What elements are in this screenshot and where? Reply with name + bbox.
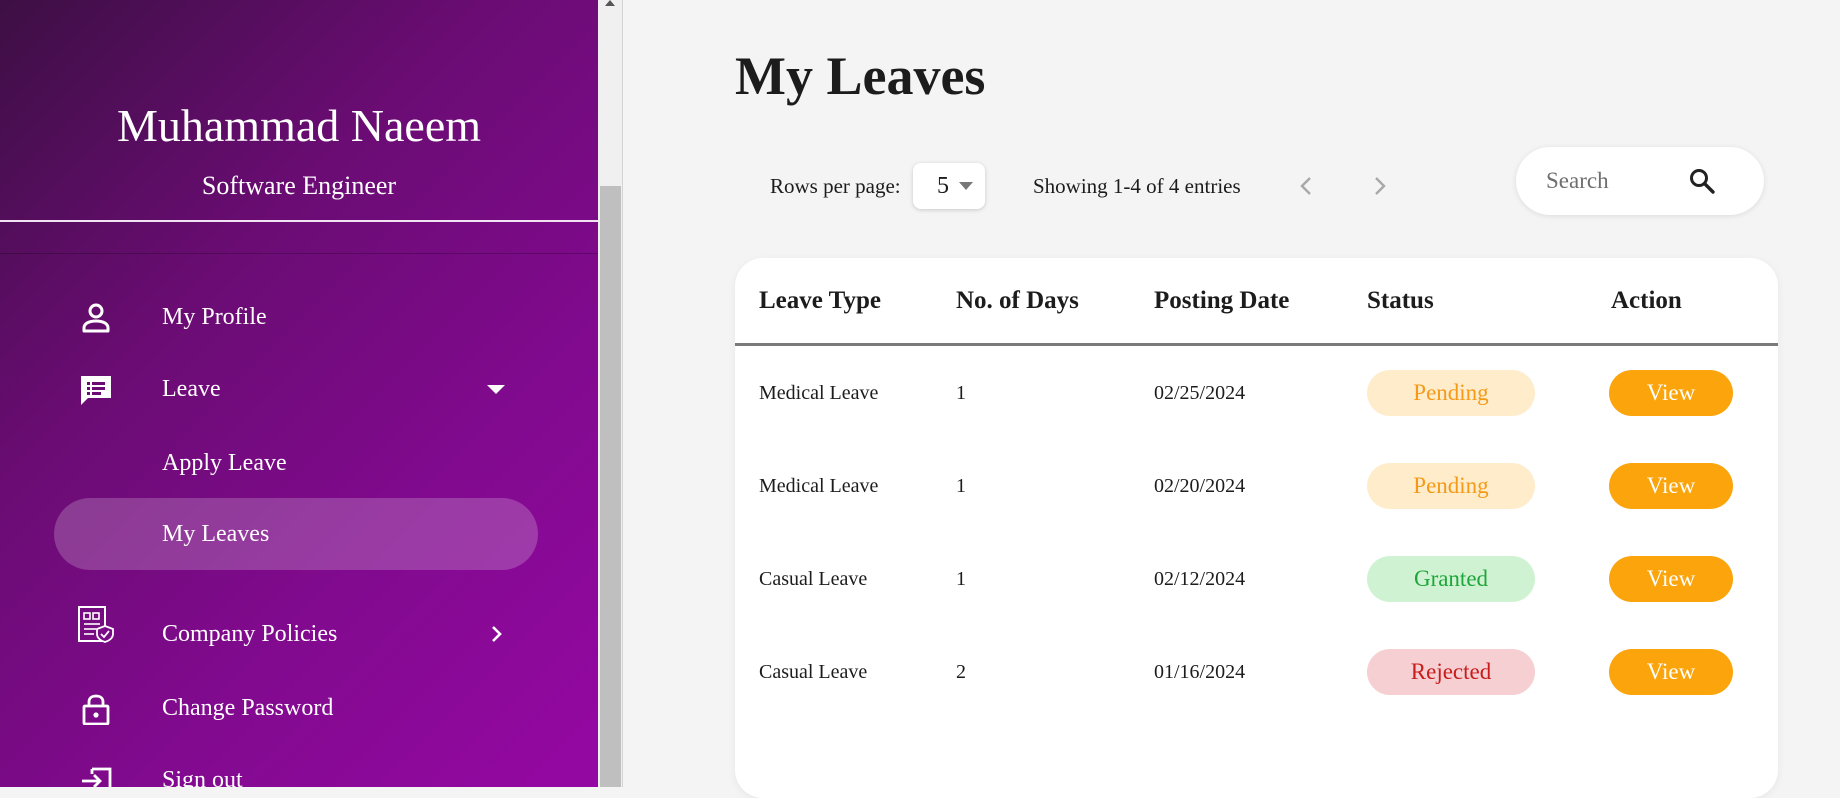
cell-posting-date: 02/20/2024 <box>1154 475 1246 497</box>
next-page-button[interactable] <box>1365 172 1393 200</box>
sidebar-item-leave[interactable]: Leave <box>0 359 598 419</box>
cell-days: 2 <box>956 661 966 683</box>
sidebar: Muhammad Naeem Software Engineer My Prof… <box>0 0 598 787</box>
view-button[interactable]: View <box>1609 370 1733 416</box>
main-content: My Leaves Rows per page: 5 Showing 1-4 o… <box>623 0 1840 798</box>
chevron-right-icon <box>492 626 502 642</box>
sidebar-item-change-password[interactable]: Change Password <box>0 678 598 738</box>
cell-leave-type: Casual Leave <box>759 568 868 590</box>
sign-out-icon <box>82 767 112 787</box>
scrollbar-thumb[interactable] <box>600 186 621 787</box>
view-button[interactable]: View <box>1609 649 1733 695</box>
status-badge: Pending <box>1367 463 1535 509</box>
search-box <box>1516 147 1764 215</box>
rows-per-page-select[interactable]: 5 <box>913 163 985 209</box>
cell-leave-type: Medical Leave <box>759 475 879 497</box>
view-button[interactable]: View <box>1609 463 1733 509</box>
leaves-table <box>735 258 1778 798</box>
status-badge: Pending <box>1367 370 1535 416</box>
sidebar-item-label: Company Policies <box>162 621 338 647</box>
cell-leave-type: Medical Leave <box>759 382 879 404</box>
sidebar-item-my-leaves[interactable]: My Leaves <box>54 498 538 570</box>
user-role: Software Engineer <box>201 171 397 200</box>
cell-days: 1 <box>956 475 966 497</box>
column-header-days: No. of Days <box>956 287 1079 314</box>
status-badge: Granted <box>1367 556 1535 602</box>
lock-icon <box>82 694 110 725</box>
table-header-divider <box>735 343 1778 346</box>
scroll-up-icon[interactable] <box>605 0 615 6</box>
entries-info: Showing 1-4 of 4 entries <box>1033 174 1241 198</box>
sidebar-item-label: Sign out <box>162 767 243 787</box>
rows-per-page-value: 5 <box>937 173 949 199</box>
cell-days: 1 <box>956 382 966 404</box>
sidebar-item-sign-out[interactable]: Sign out <box>0 750 598 787</box>
sidebar-item-apply-leave[interactable]: Apply Leave <box>0 433 598 493</box>
person-icon <box>82 303 110 333</box>
caret-down-icon <box>487 385 505 394</box>
status-badge: Rejected <box>1367 649 1535 695</box>
column-header-action: Action <box>1611 287 1682 314</box>
page-title: My Leaves <box>735 46 986 106</box>
sidebar-item-company-policies[interactable]: Company Policies <box>0 604 598 664</box>
sidebar-item-my-profile[interactable]: My Profile <box>0 287 598 347</box>
cell-posting-date: 02/12/2024 <box>1154 568 1246 590</box>
column-header-status: Status <box>1367 287 1434 314</box>
column-header-posting-date: Posting Date <box>1154 287 1290 314</box>
sidebar-item-label: My Leaves <box>162 521 270 547</box>
sidebar-item-label: Leave <box>162 376 221 402</box>
cell-leave-type: Casual Leave <box>759 661 868 683</box>
view-button[interactable]: View <box>1609 556 1733 602</box>
caret-down-icon <box>959 182 973 190</box>
chat-list-icon <box>81 376 111 405</box>
search-icon[interactable] <box>1688 167 1716 195</box>
cell-posting-date: 01/16/2024 <box>1154 661 1246 683</box>
column-header-leave-type: Leave Type <box>759 287 881 314</box>
rows-per-page-label: Rows per page: <box>770 174 901 198</box>
prev-page-button[interactable] <box>1293 172 1321 200</box>
sidebar-divider <box>0 220 598 222</box>
user-name: Muhammad Naeem <box>116 100 482 151</box>
cell-posting-date: 02/25/2024 <box>1154 382 1246 404</box>
cell-days: 1 <box>956 568 966 590</box>
sidebar-divider-shadow <box>0 253 598 254</box>
sidebar-item-label: My Profile <box>162 304 267 330</box>
search-input[interactable] <box>1546 166 1676 196</box>
sidebar-item-label: Change Password <box>162 695 334 721</box>
sidebar-item-label: Apply Leave <box>162 450 287 476</box>
policy-document-icon <box>78 606 114 643</box>
